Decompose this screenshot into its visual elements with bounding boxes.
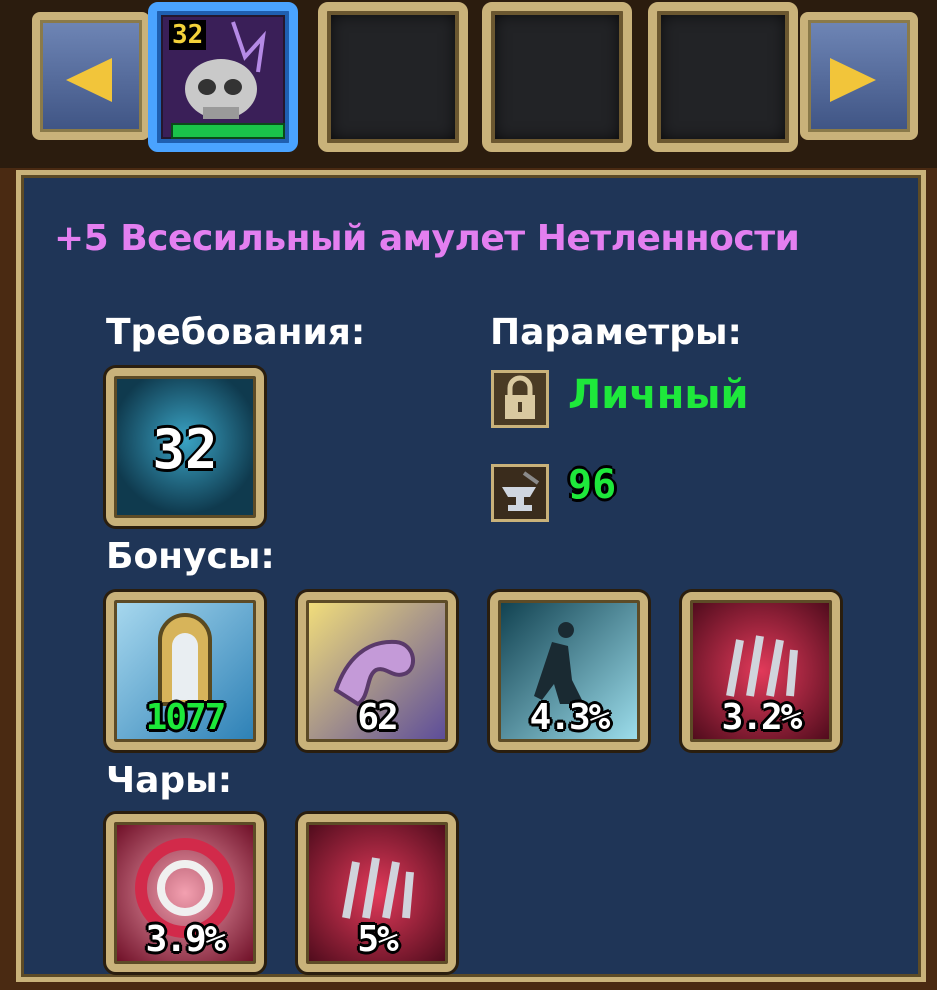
- item-slot-empty[interactable]: [648, 2, 798, 152]
- enchant-value: 5%: [357, 919, 398, 960]
- bonuses-label: Бонусы:: [106, 536, 275, 577]
- enchant-vortex: 3.9%: [106, 814, 264, 972]
- bonus-value: 3.2%: [721, 697, 803, 738]
- arrow-left-icon: [66, 58, 112, 102]
- bonus-value: 4.3%: [529, 697, 611, 738]
- bonus-dodge: 4.3%: [490, 592, 648, 750]
- binding-status: Личный: [568, 372, 749, 418]
- durability-value: 96: [568, 462, 617, 508]
- lock-icon: [491, 370, 549, 428]
- enchant-claw: 5%: [298, 814, 456, 972]
- bonus-value: 62: [357, 697, 398, 738]
- requirements-label: Требования:: [106, 312, 366, 353]
- item-slot-empty[interactable]: [318, 2, 468, 152]
- required-level-box: 32: [106, 368, 264, 526]
- bonus-value: 1077: [145, 697, 227, 738]
- prev-item-button[interactable]: [32, 12, 150, 140]
- bonus-crit: 3.2%: [682, 592, 840, 750]
- arrow-right-icon: [830, 58, 876, 102]
- bonus-strength: 62: [298, 592, 456, 750]
- anvil-icon: [491, 464, 549, 522]
- required-level-value: 32: [152, 418, 218, 481]
- next-item-button[interactable]: [800, 12, 918, 140]
- parameters-label: Параметры:: [490, 312, 742, 353]
- item-level-badge: 32: [169, 20, 207, 50]
- enchant-value: 3.9%: [145, 919, 227, 960]
- item-slot-selected[interactable]: 32: [148, 2, 298, 152]
- enchants-label: Чары:: [106, 760, 233, 801]
- item-durability-bar: [171, 123, 285, 139]
- bonus-armor: 1077: [106, 592, 264, 750]
- item-slot-empty[interactable]: [482, 2, 632, 152]
- item-title: +5 Всесильный амулет Нетленности: [54, 218, 800, 259]
